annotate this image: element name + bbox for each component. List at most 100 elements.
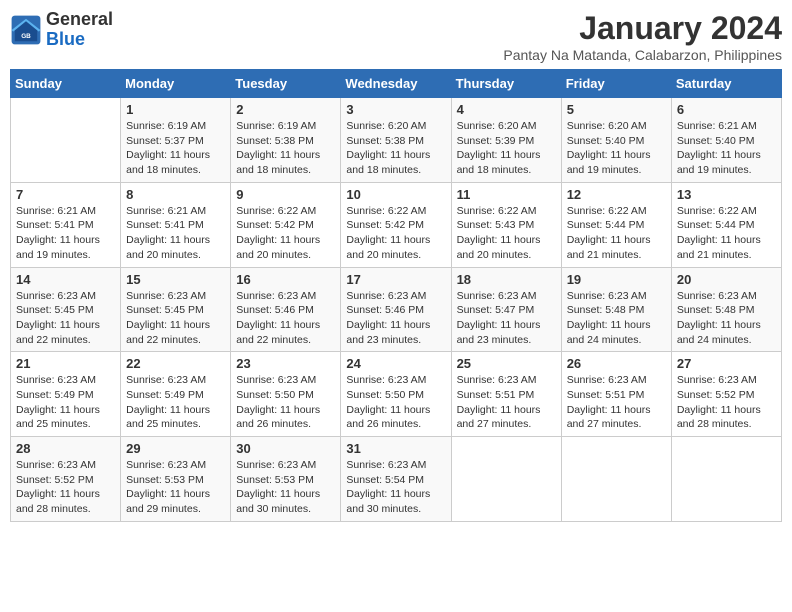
day-info: Sunrise: 6:23 AM Sunset: 5:53 PM Dayligh… [126, 458, 225, 517]
day-info: Sunrise: 6:21 AM Sunset: 5:40 PM Dayligh… [677, 119, 776, 178]
day-cell: 24 Sunrise: 6:23 AM Sunset: 5:50 PM Dayli… [341, 352, 451, 437]
day-info: Sunrise: 6:23 AM Sunset: 5:54 PM Dayligh… [346, 458, 445, 517]
day-cell: 1 Sunrise: 6:19 AM Sunset: 5:37 PM Daylig… [121, 98, 231, 183]
day-cell: 17 Sunrise: 6:23 AM Sunset: 5:46 PM Dayli… [341, 267, 451, 352]
header-cell-friday: Friday [561, 70, 671, 98]
header-cell-sunday: Sunday [11, 70, 121, 98]
day-info: Sunrise: 6:22 AM Sunset: 5:44 PM Dayligh… [567, 204, 666, 263]
day-number: 5 [567, 102, 666, 117]
day-cell: 29Sunrise: 6:23 AM Sunset: 5:53 PM Dayli… [121, 437, 231, 522]
day-number: 1 [126, 102, 225, 117]
day-info: Sunrise: 6:23 AM Sunset: 5:45 PM Dayligh… [126, 289, 225, 348]
day-cell [451, 437, 561, 522]
day-info: Sunrise: 6:20 AM Sunset: 5:38 PM Dayligh… [346, 119, 445, 178]
day-number: 28 [16, 441, 115, 456]
page-header: GB General Blue January 2024 Pantay Na M… [10, 10, 782, 63]
day-info: Sunrise: 6:23 AM Sunset: 5:48 PM Dayligh… [567, 289, 666, 348]
day-number: 14 [16, 272, 115, 287]
week-row-5: 28 Sunrise: 6:23 AM Sunset: 5:52 PM Dayli… [11, 437, 782, 522]
day-cell: 21 Sunrise: 6:23 AM Sunset: 5:49 PM Dayli… [11, 352, 121, 437]
day-info: Sunrise: 6:20 AM Sunset: 5:40 PM Dayligh… [567, 119, 666, 178]
day-number: 31 [346, 441, 445, 456]
day-number: 16 [236, 272, 335, 287]
day-info: Sunrise: 6:23 AM Sunset: 5:52 PM Dayligh… [677, 373, 776, 432]
day-cell: 16 Sunrise: 6:23 AM Sunset: 5:46 PM Dayli… [231, 267, 341, 352]
subtitle: Pantay Na Matanda, Calabarzon, Philippin… [503, 47, 782, 63]
day-info: Sunrise: 6:22 AM Sunset: 5:43 PM Dayligh… [457, 204, 556, 263]
day-info: Sunrise: 6:23 AM Sunset: 5:50 PM Dayligh… [346, 373, 445, 432]
day-info: Sunrise: 6:23 AM Sunset: 5:52 PM Dayligh… [16, 458, 115, 517]
header-cell-tuesday: Tuesday [231, 70, 341, 98]
header-cell-wednesday: Wednesday [341, 70, 451, 98]
header-cell-monday: Monday [121, 70, 231, 98]
day-cell: 11 Sunrise: 6:22 AM Sunset: 5:43 PM Dayli… [451, 182, 561, 267]
day-number: 11 [457, 187, 556, 202]
day-cell: 31 Sunrise: 6:23 AM Sunset: 5:54 PM Dayli… [341, 437, 451, 522]
day-number: 24 [346, 356, 445, 371]
day-info: Sunrise: 6:23 AM Sunset: 5:49 PM Dayligh… [16, 373, 115, 432]
day-number: 6 [677, 102, 776, 117]
day-number: 21 [16, 356, 115, 371]
day-cell: 13 Sunrise: 6:22 AM Sunset: 5:44 PM Dayli… [671, 182, 781, 267]
day-info: Sunrise: 6:21 AM Sunset: 5:41 PM Dayligh… [16, 204, 115, 263]
day-info: Sunrise: 6:23 AM Sunset: 5:46 PM Dayligh… [236, 289, 335, 348]
header-row: SundayMondayTuesdayWednesdayThursdayFrid… [11, 70, 782, 98]
day-number: 8 [126, 187, 225, 202]
header-cell-thursday: Thursday [451, 70, 561, 98]
logo-icon: GB [10, 14, 42, 46]
week-row-4: 21 Sunrise: 6:23 AM Sunset: 5:49 PM Dayli… [11, 352, 782, 437]
header-cell-saturday: Saturday [671, 70, 781, 98]
day-cell [561, 437, 671, 522]
day-cell: 20 Sunrise: 6:23 AM Sunset: 5:48 PM Dayli… [671, 267, 781, 352]
day-number: 22 [126, 356, 225, 371]
day-cell: 2 Sunrise: 6:19 AM Sunset: 5:38 PM Daylig… [231, 98, 341, 183]
week-row-3: 14 Sunrise: 6:23 AM Sunset: 5:45 PM Dayli… [11, 267, 782, 352]
day-number: 9 [236, 187, 335, 202]
day-info: Sunrise: 6:23 AM Sunset: 5:49 PM Dayligh… [126, 373, 225, 432]
week-row-2: 7 Sunrise: 6:21 AM Sunset: 5:41 PM Daylig… [11, 182, 782, 267]
day-number: 2 [236, 102, 335, 117]
day-cell: 14Sunrise: 6:23 AM Sunset: 5:45 PM Dayli… [11, 267, 121, 352]
day-info: Sunrise: 6:23 AM Sunset: 5:50 PM Dayligh… [236, 373, 335, 432]
day-cell [671, 437, 781, 522]
day-cell: 26Sunrise: 6:23 AM Sunset: 5:51 PM Dayli… [561, 352, 671, 437]
day-cell: 7 Sunrise: 6:21 AM Sunset: 5:41 PM Daylig… [11, 182, 121, 267]
day-info: Sunrise: 6:23 AM Sunset: 5:48 PM Dayligh… [677, 289, 776, 348]
day-cell: 15 Sunrise: 6:23 AM Sunset: 5:45 PM Dayli… [121, 267, 231, 352]
week-row-1: 1 Sunrise: 6:19 AM Sunset: 5:37 PM Daylig… [11, 98, 782, 183]
title-block: January 2024 Pantay Na Matanda, Calabarz… [503, 10, 782, 63]
day-cell: 19Sunrise: 6:23 AM Sunset: 5:48 PM Dayli… [561, 267, 671, 352]
day-cell: 8 Sunrise: 6:21 AM Sunset: 5:41 PM Daylig… [121, 182, 231, 267]
logo-text: General Blue [46, 10, 113, 50]
day-number: 15 [126, 272, 225, 287]
day-number: 12 [567, 187, 666, 202]
calendar-table: SundayMondayTuesdayWednesdayThursdayFrid… [10, 69, 782, 522]
day-info: Sunrise: 6:23 AM Sunset: 5:51 PM Dayligh… [567, 373, 666, 432]
day-info: Sunrise: 6:19 AM Sunset: 5:38 PM Dayligh… [236, 119, 335, 178]
day-number: 30 [236, 441, 335, 456]
day-cell: 4Sunrise: 6:20 AM Sunset: 5:39 PM Daylig… [451, 98, 561, 183]
day-info: Sunrise: 6:23 AM Sunset: 5:51 PM Dayligh… [457, 373, 556, 432]
main-title: January 2024 [503, 10, 782, 47]
day-cell: 12 Sunrise: 6:22 AM Sunset: 5:44 PM Dayli… [561, 182, 671, 267]
day-info: Sunrise: 6:21 AM Sunset: 5:41 PM Dayligh… [126, 204, 225, 263]
day-cell [11, 98, 121, 183]
day-info: Sunrise: 6:19 AM Sunset: 5:37 PM Dayligh… [126, 119, 225, 178]
day-cell: 9Sunrise: 6:22 AM Sunset: 5:42 PM Daylig… [231, 182, 341, 267]
day-info: Sunrise: 6:20 AM Sunset: 5:39 PM Dayligh… [457, 119, 556, 178]
day-cell: 22 Sunrise: 6:23 AM Sunset: 5:49 PM Dayli… [121, 352, 231, 437]
day-number: 10 [346, 187, 445, 202]
day-info: Sunrise: 6:23 AM Sunset: 5:53 PM Dayligh… [236, 458, 335, 517]
day-cell: 18Sunrise: 6:23 AM Sunset: 5:47 PM Dayli… [451, 267, 561, 352]
day-number: 13 [677, 187, 776, 202]
day-number: 20 [677, 272, 776, 287]
day-number: 18 [457, 272, 556, 287]
day-cell: 27Sunrise: 6:23 AM Sunset: 5:52 PM Dayli… [671, 352, 781, 437]
day-info: Sunrise: 6:22 AM Sunset: 5:44 PM Dayligh… [677, 204, 776, 263]
day-number: 17 [346, 272, 445, 287]
day-cell: 30 Sunrise: 6:23 AM Sunset: 5:53 PM Dayli… [231, 437, 341, 522]
day-cell: 5 Sunrise: 6:20 AM Sunset: 5:40 PM Daylig… [561, 98, 671, 183]
day-info: Sunrise: 6:22 AM Sunset: 5:42 PM Dayligh… [346, 204, 445, 263]
day-number: 7 [16, 187, 115, 202]
day-info: Sunrise: 6:23 AM Sunset: 5:46 PM Dayligh… [346, 289, 445, 348]
